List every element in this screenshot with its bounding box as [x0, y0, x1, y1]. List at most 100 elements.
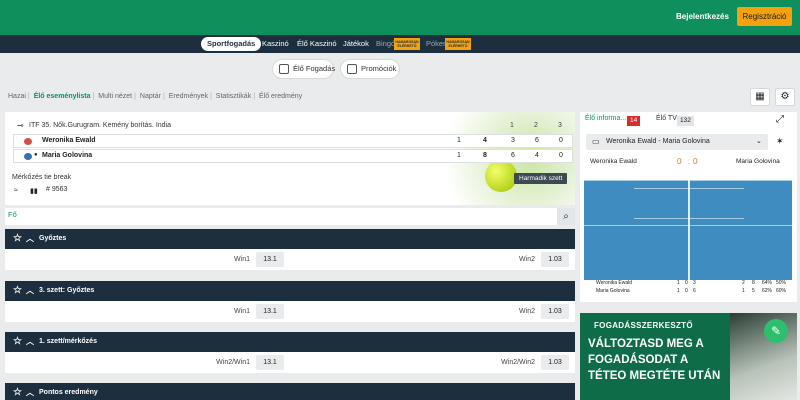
breadcrumb-home[interactable]: Hazai: [8, 93, 26, 100]
match-id: # 9563: [46, 186, 68, 193]
match-select[interactable]: ▭ Weronika Ewald - Maria Golovina ⌄: [586, 134, 768, 150]
player-set-3: 0: [559, 137, 563, 144]
breadcrumb-results[interactable]: Eredmények: [169, 93, 208, 100]
scoreboard: ⊸ ITF 35. Nők.Gurugram. Kemény borítás. …: [5, 112, 575, 205]
player-set-2: 4: [535, 152, 539, 159]
star-icon[interactable]: ☆: [13, 383, 22, 400]
promotions-button[interactable]: Promóciók: [340, 59, 400, 79]
selection-label: Win2: [519, 256, 535, 263]
gear-icon: ⚙: [780, 91, 790, 102]
selection-label: Win2/Win1: [216, 359, 250, 366]
ad-line-1: VÁLTOZTASD MEG A: [588, 338, 704, 350]
serving-indicator-icon: ●: [34, 152, 38, 158]
flag-icon: [24, 153, 32, 160]
live-info-count: 14: [627, 116, 641, 126]
tennis-ball-icon: [485, 160, 517, 192]
market-header[interactable]: ☆ ︿ Győztes: [5, 229, 575, 249]
market-body: Win1 13.1 Win2 1.03: [5, 249, 575, 270]
live-betting-button[interactable]: Élő Fogadás: [272, 59, 335, 79]
odd-button[interactable]: 1.03: [541, 252, 569, 267]
player-name: Maria Golovina: [42, 152, 93, 159]
tv-icon: ▭: [592, 137, 600, 146]
odd-button[interactable]: 13.1: [256, 304, 284, 319]
breadcrumb-calendar[interactable]: Naptár: [140, 93, 161, 100]
breadcrumb: Hazai | Élő eseménylista | Multi nézet | Na…: [8, 93, 303, 100]
breadcrumb-multi-view[interactable]: Multi nézet: [98, 93, 132, 100]
player-row-2: ● Maria Golovina 1 8 6 4 0: [13, 149, 573, 163]
market-body: Win2/Win1 13.1 Win2/Win2 1.03: [5, 352, 575, 373]
live-tv-count: 132: [677, 116, 694, 126]
calculator-button[interactable]: ▦: [750, 88, 770, 106]
breadcrumb-live-events[interactable]: Élő eseménylista: [34, 93, 91, 100]
match-status: Mérkőzés tie break: [12, 174, 72, 181]
set-header-1: 1: [510, 122, 514, 129]
player-row-1: Weronika Ewald 1 4 3 6 0: [13, 134, 573, 148]
stats-icon[interactable]: ▮▮: [30, 187, 38, 195]
set-header-3: 3: [558, 122, 562, 129]
tab-live-tv[interactable]: Élő TV: [656, 115, 677, 122]
nav-elo-kaszino[interactable]: Élő Kaszinó: [297, 35, 337, 53]
market-search-button[interactable]: ⌕: [557, 208, 575, 225]
breadcrumb-statistics[interactable]: Statisztikák: [216, 93, 251, 100]
player-games: 8: [483, 152, 487, 159]
breadcrumb-live-results[interactable]: Élő eredmény: [259, 93, 302, 100]
selection-label: Win2/Win2: [501, 359, 535, 366]
market-body: Win1 13.1 Win2 1.03: [5, 301, 575, 322]
selection-label: Win1: [234, 256, 250, 263]
clock-icon: [279, 64, 289, 74]
mini-row: Maria Golovina 1 0 6 1 5 62% 60%: [596, 288, 787, 294]
ad-header: FOGADÁSSZERKESZTŐ: [594, 321, 693, 330]
search-icon: ⌕: [563, 211, 569, 222]
set-header-2: 2: [534, 122, 538, 129]
selection-label: Win2: [519, 308, 535, 315]
nav-kaszino[interactable]: Kaszinó: [262, 35, 289, 53]
nav-poker[interactable]: Póker: [426, 35, 446, 53]
bingo-coming-soon-badge: HAMAROSAN ELÉRHETŐ: [394, 38, 420, 50]
nav-sportfogadas[interactable]: Sportfogadás: [201, 37, 262, 51]
collapse-icon[interactable]: ≈: [14, 187, 18, 194]
gift-icon: [347, 64, 357, 74]
chevron-up-icon: ︿: [26, 234, 34, 243]
player-set-2: 6: [535, 137, 539, 144]
market-header[interactable]: ☆ ︿ 1. szett/mérkőzés: [5, 332, 575, 352]
odd-button[interactable]: 1.03: [541, 355, 569, 370]
bet-builder-ad[interactable]: ✎ FOGADÁSSZERKESZTŐ VÁLTOZTASD MEG A FOG…: [580, 313, 797, 400]
nav-bingo[interactable]: Bingó: [376, 35, 395, 53]
odd-button[interactable]: 13.1: [256, 252, 284, 267]
market-title: 3. szett: Győztes: [39, 287, 95, 294]
tennis-court-visual: [584, 180, 792, 280]
star-icon[interactable]: ☆: [13, 281, 22, 301]
tab-live-info[interactable]: Élő informa...: [585, 115, 626, 122]
tracker-score-right: 0: [693, 157, 698, 166]
login-button[interactable]: Bejelentkezés: [676, 9, 729, 25]
tracker-player-left: Weronika Ewald: [590, 158, 637, 165]
live-info-panel: Élő informa... 14 Élő TV 132 ⤢ ▭ Weronik…: [580, 112, 797, 302]
settings-button[interactable]: ⚙: [775, 88, 795, 106]
odd-button[interactable]: 1.03: [541, 304, 569, 319]
tracker-player-right: Maria Golovina: [736, 158, 780, 165]
player-set-1: 3: [511, 137, 515, 144]
player-name: Weronika Ewald: [42, 137, 96, 144]
tracker-score-left: 0: [677, 157, 682, 166]
market-title: 1. szett/mérkőzés: [39, 338, 97, 345]
ad-line-2: FOGADÁSODAT A: [588, 354, 689, 366]
player-games: 4: [483, 137, 487, 144]
main-nav: Sportfogadás Kaszinó Élő Kaszinó Játékok…: [0, 35, 800, 53]
promotions-label: Promóciók: [361, 64, 397, 73]
calculator-icon: ▦: [755, 91, 765, 102]
star-icon[interactable]: ☆: [13, 229, 22, 249]
expand-icon[interactable]: ⤢: [776, 114, 784, 125]
market-title: Pontos eredmény: [39, 389, 98, 396]
poker-coming-soon-badge: HAMAROSAN ELÉRHETŐ: [445, 38, 471, 50]
nav-jatekok[interactable]: Játékok: [343, 35, 369, 53]
player-set-1: 6: [511, 152, 515, 159]
star-icon[interactable]: ☆: [13, 332, 22, 352]
tab-main[interactable]: Fő: [8, 210, 17, 219]
chevron-down-icon: ⌄: [756, 138, 762, 145]
market-header[interactable]: ☆ ︿ 3. szett: Győztes: [5, 281, 575, 301]
tracker-icon[interactable]: ✶: [776, 136, 784, 147]
market-header[interactable]: ☆ ︿ Pontos eredmény: [5, 383, 575, 400]
register-button[interactable]: Regisztráció: [737, 7, 792, 26]
player-points: 1: [457, 152, 461, 159]
odd-button[interactable]: 13.1: [256, 355, 284, 370]
